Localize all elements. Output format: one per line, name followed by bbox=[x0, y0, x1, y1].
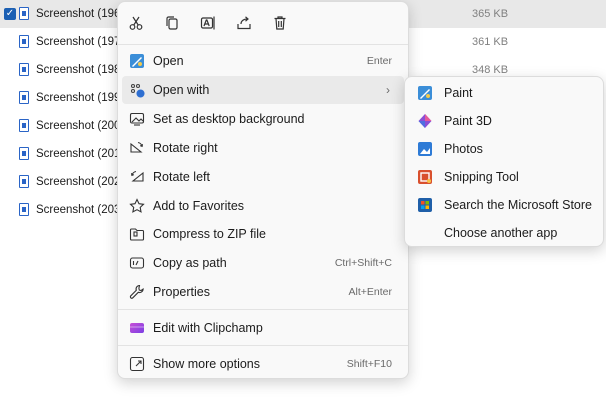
copy-path-icon bbox=[129, 255, 145, 271]
file-name: Screenshot (197) bbox=[36, 36, 125, 48]
delete-icon bbox=[274, 16, 286, 30]
submenu-item-photos[interactable]: Photos bbox=[409, 135, 599, 163]
wrench-icon bbox=[129, 284, 145, 300]
submenu-item-paint[interactable]: Paint bbox=[409, 79, 599, 107]
cut-icon bbox=[129, 16, 143, 30]
file-size: 361 KB bbox=[472, 36, 509, 48]
file-size: 365 KB bbox=[472, 8, 509, 20]
menu-item-label: Compress to ZIP file bbox=[153, 227, 267, 241]
submenu-item-label: Choose another app bbox=[444, 226, 558, 240]
shortcut-label: Ctrl+Shift+C bbox=[334, 257, 392, 269]
menu-item-label: Open bbox=[153, 54, 184, 68]
desktop-background-icon bbox=[129, 111, 145, 127]
image-file-icon bbox=[19, 7, 29, 20]
share-button[interactable] bbox=[232, 12, 256, 34]
image-file-icon bbox=[19, 203, 29, 216]
file-name: Screenshot (201) bbox=[36, 148, 125, 160]
delete-button[interactable] bbox=[268, 12, 292, 34]
image-file-icon bbox=[19, 175, 29, 188]
shortcut-label: Shift+F10 bbox=[346, 358, 392, 370]
menu-item-label: Add to Favorites bbox=[153, 199, 245, 213]
paint-3d-icon bbox=[417, 113, 433, 129]
image-file-icon bbox=[19, 147, 29, 160]
copy-icon bbox=[166, 16, 178, 30]
submenu-item-label: Search the Microsoft Store bbox=[444, 198, 592, 212]
menu-item-label: Properties bbox=[153, 285, 210, 299]
cut-button[interactable] bbox=[124, 12, 148, 34]
microsoft-store-icon bbox=[417, 197, 433, 213]
paint-app-icon bbox=[129, 53, 145, 69]
copy-button[interactable] bbox=[160, 12, 184, 34]
menu-item-label: Open with bbox=[153, 83, 210, 97]
submenu-item-label: Photos bbox=[444, 142, 483, 156]
snipping-tool-icon bbox=[417, 169, 433, 185]
file-name: Screenshot (196) bbox=[36, 8, 125, 20]
paint-icon bbox=[417, 85, 433, 101]
menu-item-rotate-left[interactable]: Rotate left bbox=[122, 163, 404, 191]
image-file-icon bbox=[19, 63, 29, 76]
submenu-item-label: Snipping Tool bbox=[444, 170, 519, 184]
menu-item-open[interactable]: Open Enter bbox=[122, 47, 404, 75]
menu-item-label: Show more options bbox=[153, 357, 261, 371]
file-name: Screenshot (203) bbox=[36, 204, 125, 216]
image-file-icon bbox=[19, 35, 29, 48]
file-size: 348 KB bbox=[472, 64, 509, 76]
menu-item-label: Rotate right bbox=[153, 141, 218, 155]
rename-button[interactable] bbox=[196, 12, 220, 34]
shortcut-label: Enter bbox=[366, 55, 392, 67]
menu-divider bbox=[118, 44, 408, 45]
quick-action-bar bbox=[118, 2, 408, 44]
submenu-item-paint-3d[interactable]: Paint 3D bbox=[409, 107, 599, 135]
menu-item-add-to-favorites[interactable]: Add to Favorites bbox=[122, 192, 404, 220]
shortcut-label: Alt+Enter bbox=[348, 286, 392, 298]
menu-item-edit-with-clipchamp[interactable]: Edit with Clipchamp bbox=[122, 314, 404, 342]
menu-divider bbox=[118, 345, 408, 346]
menu-item-label: Copy as path bbox=[153, 256, 227, 270]
file-name: Screenshot (200) bbox=[36, 120, 125, 132]
context-menu: Open Enter Open with › Set as desktop ba… bbox=[117, 1, 409, 379]
rename-icon bbox=[200, 16, 215, 30]
file-name: Screenshot (202) bbox=[36, 176, 125, 188]
open-with-submenu: Paint Paint 3D Photos Snipping Tool Sear… bbox=[404, 76, 604, 247]
zip-icon bbox=[129, 226, 145, 242]
menu-item-compress-zip[interactable]: Compress to ZIP file bbox=[122, 220, 404, 248]
menu-item-copy-as-path[interactable]: Copy as path Ctrl+Shift+C bbox=[122, 249, 404, 277]
submenu-item-microsoft-store[interactable]: Search the Microsoft Store bbox=[409, 191, 599, 219]
menu-item-label: Edit with Clipchamp bbox=[153, 321, 263, 335]
menu-item-show-more-options[interactable]: Show more options Shift+F10 bbox=[122, 350, 404, 378]
more-options-icon bbox=[129, 356, 145, 372]
image-file-icon bbox=[19, 91, 29, 104]
star-icon bbox=[129, 198, 145, 214]
chevron-right-icon: › bbox=[386, 83, 390, 97]
menu-item-open-with[interactable]: Open with › bbox=[122, 76, 404, 104]
open-with-icon bbox=[129, 82, 145, 98]
menu-item-label: Rotate left bbox=[153, 170, 210, 184]
rotate-right-icon bbox=[129, 140, 145, 156]
menu-item-label: Set as desktop background bbox=[153, 112, 305, 126]
rotate-left-icon bbox=[129, 169, 145, 185]
menu-item-properties[interactable]: Properties Alt+Enter bbox=[122, 278, 404, 306]
submenu-item-label: Paint 3D bbox=[444, 114, 492, 128]
checkbox-checked-icon[interactable]: ✓ bbox=[4, 8, 16, 20]
file-name: Screenshot (198) bbox=[36, 64, 125, 76]
photos-icon bbox=[417, 141, 433, 157]
menu-divider bbox=[118, 309, 408, 310]
share-icon bbox=[237, 16, 251, 30]
clipchamp-icon bbox=[129, 320, 145, 336]
menu-item-rotate-right[interactable]: Rotate right bbox=[122, 134, 404, 162]
submenu-item-label: Paint bbox=[444, 86, 473, 100]
menu-item-set-desktop-background[interactable]: Set as desktop background bbox=[122, 105, 404, 133]
image-file-icon bbox=[19, 119, 29, 132]
file-name: Screenshot (199) bbox=[36, 92, 125, 104]
submenu-item-choose-another-app[interactable]: Choose another app bbox=[409, 219, 599, 247]
submenu-item-snipping-tool[interactable]: Snipping Tool bbox=[409, 163, 599, 191]
